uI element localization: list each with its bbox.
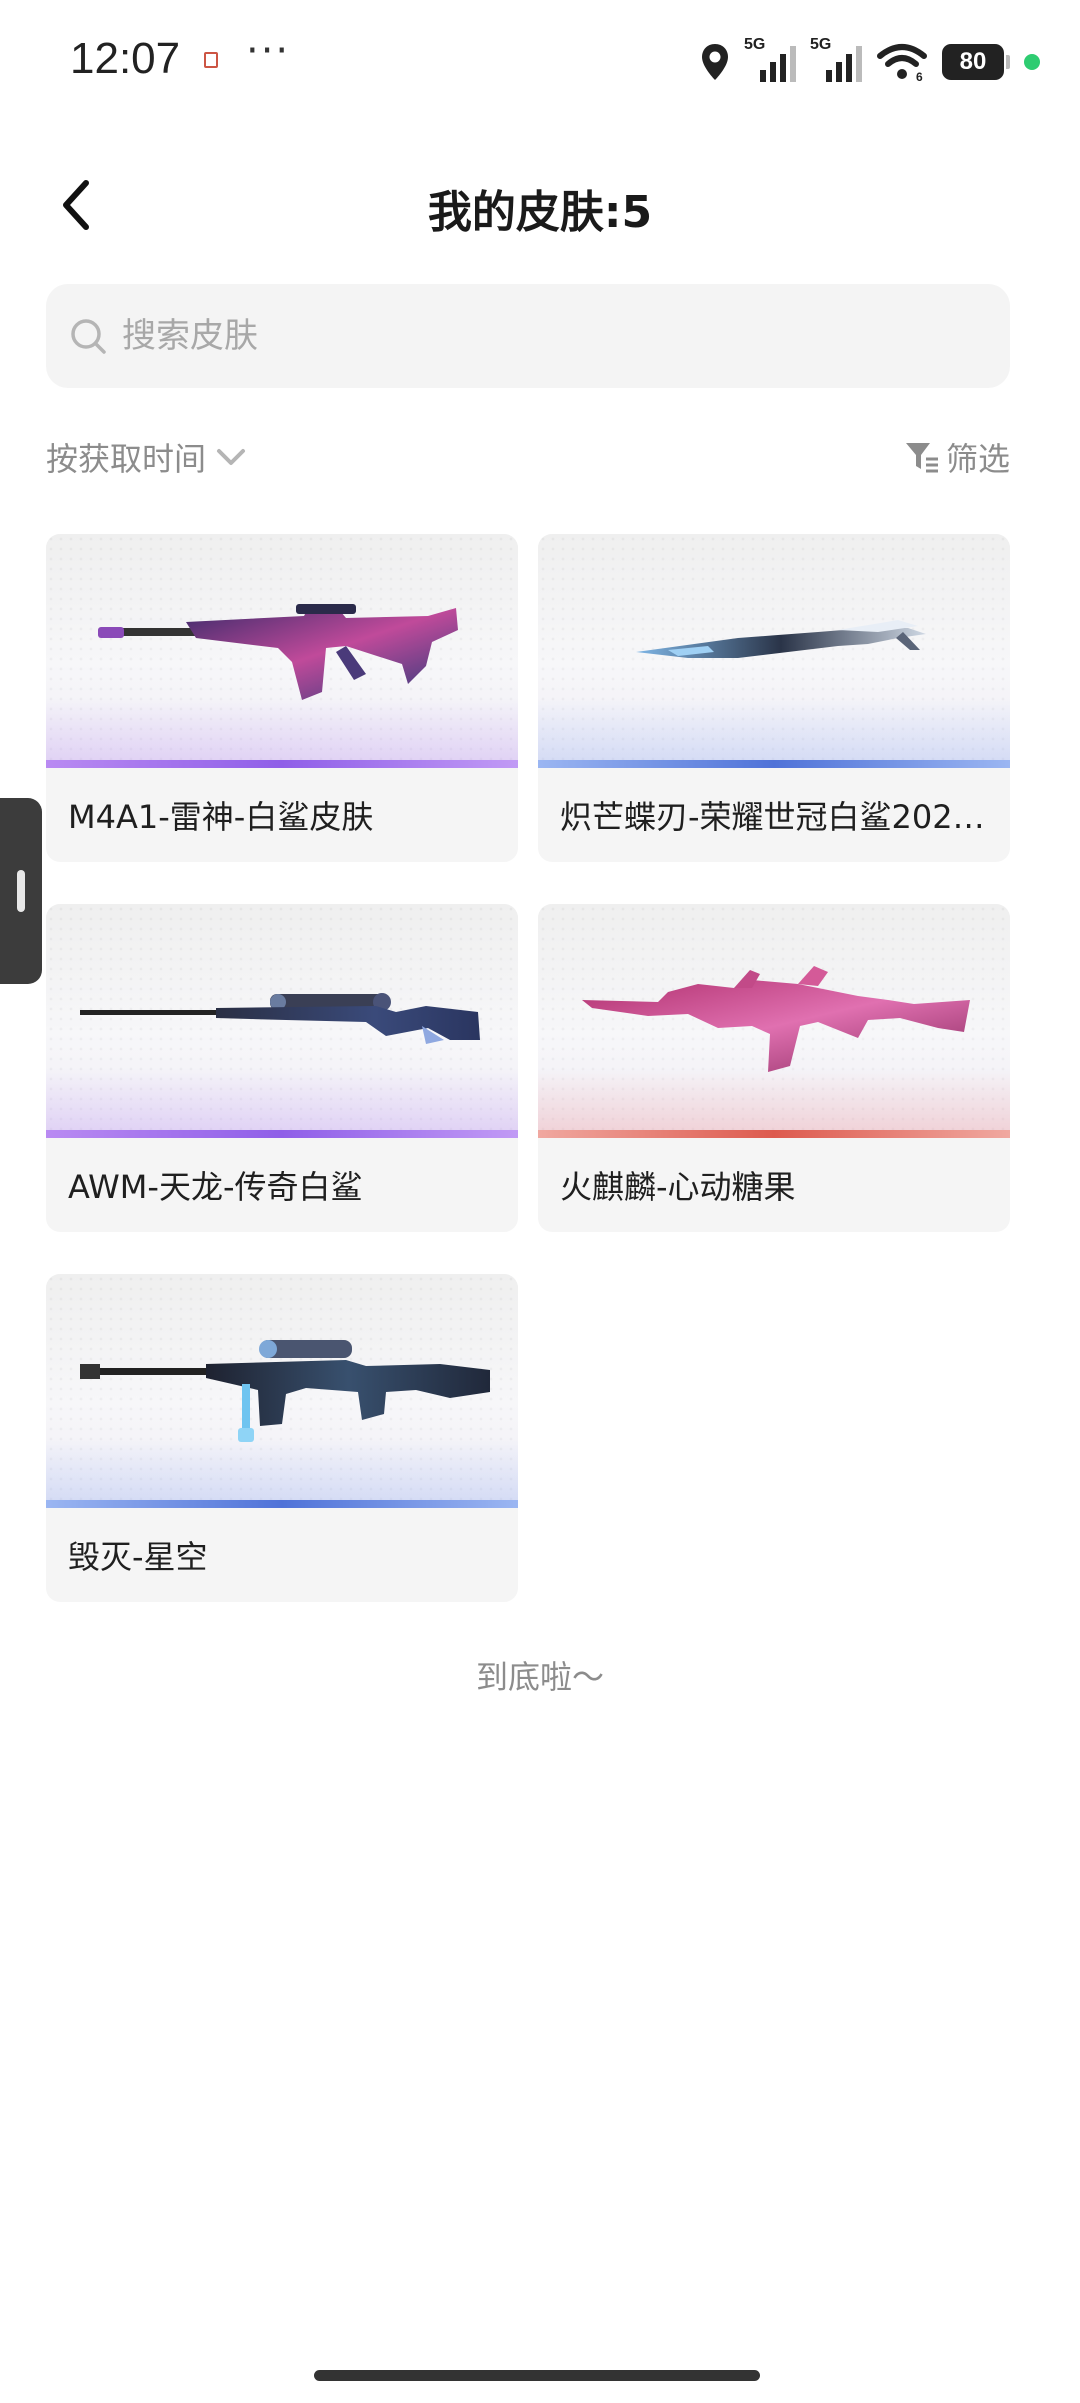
skin-name: M4A1-雷神-白鲨皮肤 bbox=[68, 798, 374, 836]
charging-indicator bbox=[1024, 54, 1040, 70]
search-bar[interactable] bbox=[46, 284, 1010, 388]
wifi-icon: 6 bbox=[877, 44, 927, 82]
skin-image-area bbox=[538, 904, 1010, 1138]
sniper-image bbox=[80, 993, 480, 1044]
skin-name: AWM-天龙-传奇白鲨 bbox=[68, 1168, 363, 1206]
skin-image-area bbox=[538, 534, 1010, 768]
skin-name: 炽芒蝶刃-荣耀世冠白鲨202… bbox=[560, 798, 985, 836]
search-input[interactable] bbox=[122, 316, 922, 356]
svg-text:6: 6 bbox=[916, 70, 923, 82]
filter-label: 筛选 bbox=[945, 440, 1010, 478]
heavy-sniper-image bbox=[80, 1340, 490, 1442]
battery-tip bbox=[1006, 55, 1010, 69]
signal-icon: 5G bbox=[810, 36, 862, 82]
more-notifications-icon: ··· bbox=[246, 28, 291, 74]
rifle-image bbox=[98, 604, 458, 700]
ak-image bbox=[582, 966, 970, 1072]
status-bar: 12:07 ··· 5G 5G 6 80 bbox=[0, 0, 1080, 120]
sort-label: 按获取时间 bbox=[46, 440, 207, 478]
app-notification-icon bbox=[204, 52, 218, 68]
skin-card[interactable]: 炽芒蝶刃-荣耀世冠白鲨202… bbox=[538, 534, 1010, 862]
skin-image-area bbox=[46, 534, 518, 768]
skin-name: 火麒麟-心动糖果 bbox=[560, 1168, 796, 1206]
page-title: 我的皮肤:5 bbox=[427, 187, 653, 238]
list-end-text: 到底啦～ bbox=[475, 1658, 604, 1696]
filter-icon bbox=[905, 443, 938, 473]
skin-card[interactable]: 火麒麟-心动糖果 bbox=[538, 904, 1010, 1232]
status-time: 12:07 bbox=[70, 34, 181, 83]
location-icon bbox=[702, 44, 728, 80]
signal-icon: 5G bbox=[744, 36, 796, 82]
battery-icon: 80 bbox=[942, 44, 1004, 80]
skin-card[interactable]: M4A1-雷神-白鲨皮肤 bbox=[46, 534, 518, 862]
search-icon bbox=[71, 319, 106, 354]
system-icons: 5G 5G 6 80 bbox=[700, 36, 1040, 84]
filter-button[interactable]: 筛选 bbox=[904, 432, 1010, 482]
sort-dropdown[interactable]: 按获取时间 bbox=[46, 432, 248, 482]
skin-card[interactable]: AWM-天龙-传奇白鲨 bbox=[46, 904, 518, 1232]
skin-name: 毁灭-星空 bbox=[68, 1538, 208, 1576]
knife-image bbox=[636, 620, 926, 658]
skin-image-area bbox=[46, 1274, 518, 1508]
floating-side-handle[interactable] bbox=[0, 798, 42, 984]
chevron-down-icon bbox=[217, 449, 246, 465]
skin-card[interactable]: 毁灭-星空 bbox=[46, 1274, 518, 1602]
home-indicator[interactable] bbox=[314, 2370, 760, 2381]
skin-image-area bbox=[46, 904, 518, 1138]
skin-grid: M4A1-雷神-白鲨皮肤 炽芒蝶刃-荣耀世冠白鲨202… AWM-天龙-传奇白鲨… bbox=[46, 534, 1010, 1602]
